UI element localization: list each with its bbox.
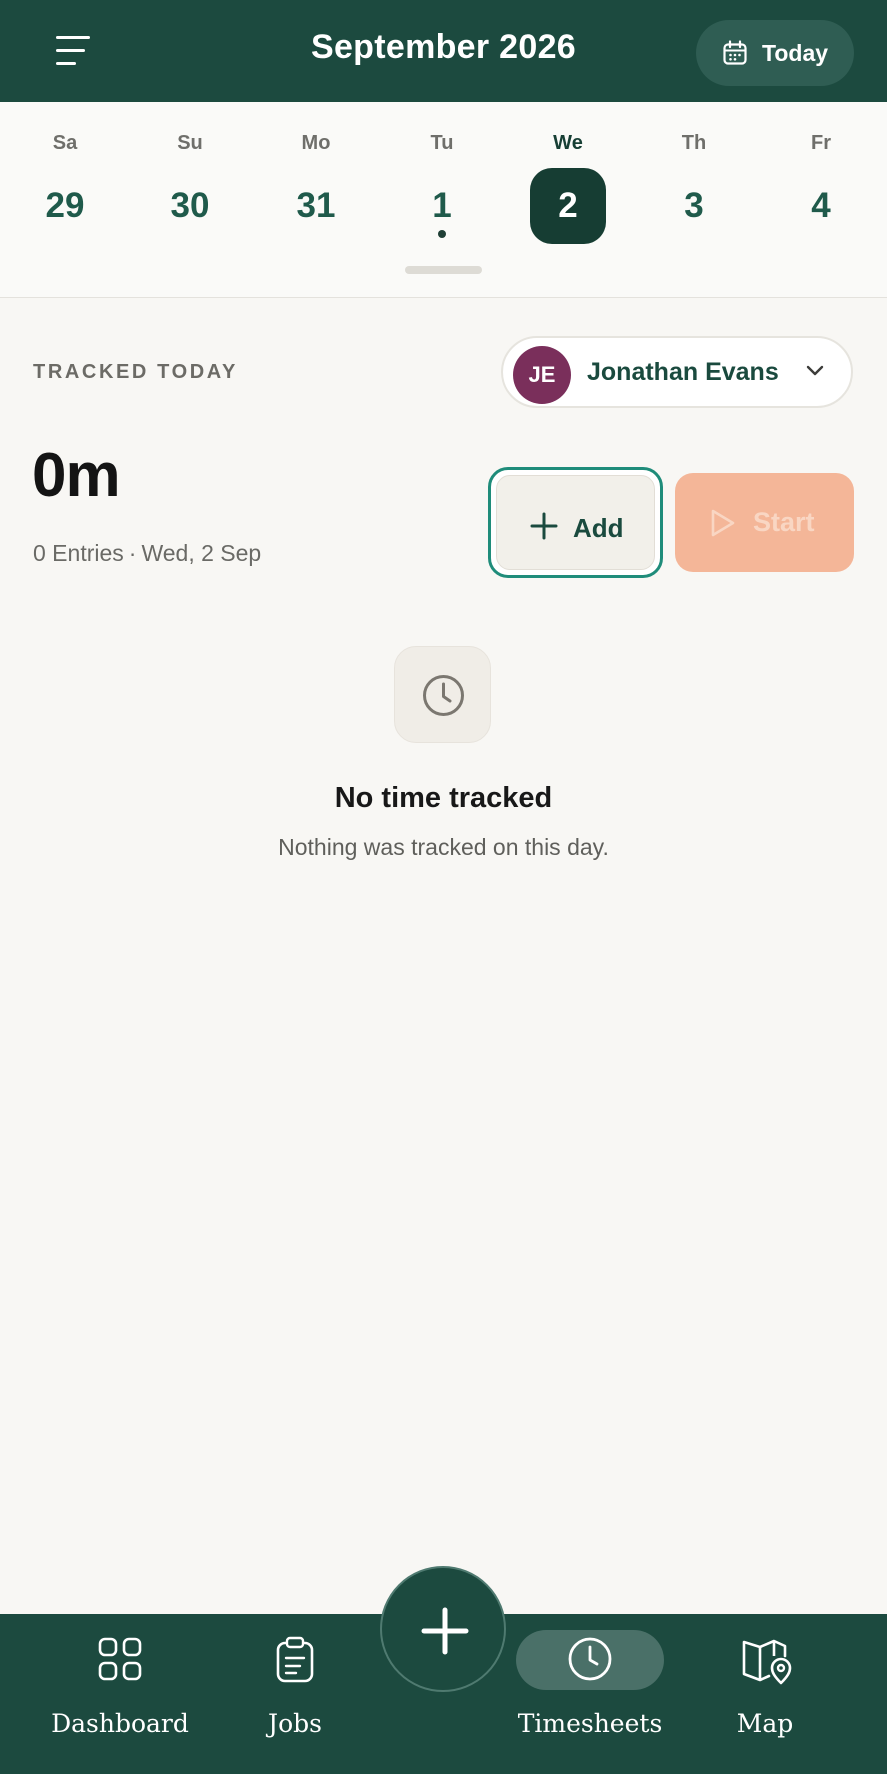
plus-icon xyxy=(530,512,558,540)
day-label: Su xyxy=(177,132,203,154)
week-strip: Sa 29 Su 30 Mo 31 Tu 1 We 2 Th 3 Fr 4 xyxy=(0,102,887,298)
day-label: Mo xyxy=(301,132,331,154)
plus-icon xyxy=(421,1607,469,1655)
empty-state-icon-box xyxy=(394,646,491,743)
tracked-total: 0m xyxy=(32,441,121,510)
user-name: Jonathan Evans xyxy=(587,358,779,386)
create-fab-button[interactable] xyxy=(380,1566,506,1692)
clock-icon xyxy=(423,675,464,716)
nav-item-dashboard[interactable]: Dashboard xyxy=(40,1614,200,1774)
grid-icon xyxy=(98,1637,142,1681)
day-fri-4[interactable]: Fr 4 xyxy=(771,102,871,262)
selected-date: Wed, 2 Sep xyxy=(141,540,262,566)
start-timer-button[interactable]: Start xyxy=(675,473,854,572)
entries-count: 0 Entries xyxy=(33,540,124,566)
week-expand-handle[interactable] xyxy=(405,266,482,274)
day-sun-30[interactable]: Su 30 xyxy=(140,102,240,262)
nav-label: Dashboard xyxy=(51,1709,189,1738)
today-button[interactable]: Today xyxy=(696,20,854,86)
day-label: We xyxy=(553,132,583,154)
day-wed-2-selected[interactable]: We 2 xyxy=(518,102,618,262)
day-thu-3[interactable]: Th 3 xyxy=(644,102,744,262)
day-mon-31[interactable]: Mo 31 xyxy=(266,102,366,262)
clock-icon xyxy=(568,1637,612,1681)
day-label: Tu xyxy=(430,132,454,154)
clipboard-icon xyxy=(276,1636,314,1683)
day-number: 3 xyxy=(684,186,704,225)
play-icon xyxy=(711,509,735,537)
day-number: 4 xyxy=(811,186,831,225)
calendar-icon xyxy=(723,40,747,65)
add-entry-button[interactable]: Add xyxy=(488,467,663,578)
add-button-inner: Add xyxy=(496,475,655,570)
day-label: Sa xyxy=(52,132,78,154)
user-selector[interactable]: JE Jonathan Evans xyxy=(501,336,853,408)
day-number: 31 xyxy=(296,186,336,225)
nav-label: Jobs xyxy=(268,1709,322,1738)
separator: · xyxy=(128,540,137,566)
nav-label: Timesheets xyxy=(517,1709,663,1738)
day-number: 2 xyxy=(530,168,606,244)
nav-item-jobs[interactable]: Jobs xyxy=(245,1614,345,1774)
nav-item-map[interactable]: Map xyxy=(715,1614,815,1774)
map-pin-icon xyxy=(742,1639,792,1685)
day-number: 29 xyxy=(45,186,85,225)
app-header: September 2026 Today xyxy=(0,0,887,102)
day-tue-1[interactable]: Tu 1 xyxy=(392,102,492,262)
day-label: Fr xyxy=(811,132,831,154)
has-entries-indicator xyxy=(438,230,446,238)
nav-item-timesheets[interactable]: Timesheets xyxy=(510,1614,670,1774)
empty-state-subtitle: Nothing was tracked on this day. xyxy=(278,834,609,860)
start-button-label: Start xyxy=(753,507,815,537)
nav-label: Map xyxy=(736,1709,794,1738)
day-number: 30 xyxy=(170,186,210,225)
chevron-down-icon xyxy=(806,365,824,376)
tracked-today-label: TRACKED TODAY xyxy=(33,361,238,383)
add-button-label: Add xyxy=(573,513,624,543)
avatar: JE xyxy=(513,346,571,404)
day-sat-29[interactable]: Sa 29 xyxy=(15,102,115,262)
empty-state-title: No time tracked xyxy=(334,782,553,814)
tracked-summary: 0 Entries · Wed, 2 Sep xyxy=(33,540,261,567)
day-label: Th xyxy=(681,132,707,154)
today-button-label: Today xyxy=(762,40,829,66)
